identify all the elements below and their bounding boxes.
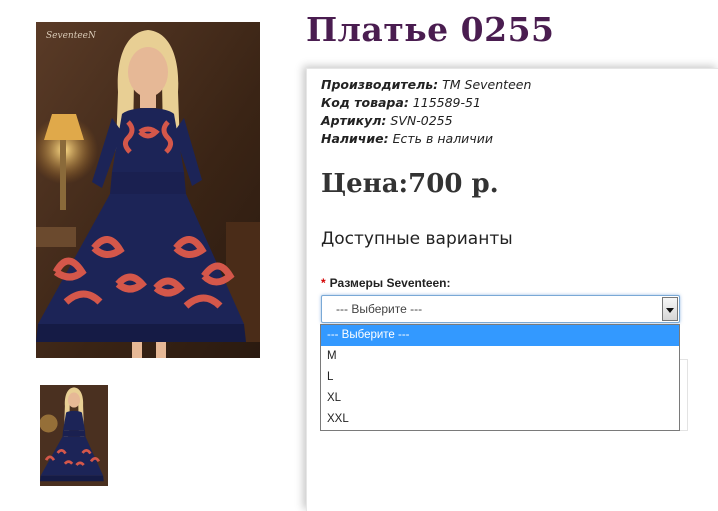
article-value: SVN-0255 <box>390 113 453 128</box>
product-code-value: 115589-51 <box>412 95 481 110</box>
product-code-label: Код товара: <box>321 95 409 110</box>
size-option-xl[interactable]: XL <box>321 388 679 409</box>
size-option-m[interactable]: M <box>321 346 679 367</box>
product-title: Платье 0255 <box>306 10 555 49</box>
size-select-value: --- Выберите --- <box>336 302 423 316</box>
required-mark: * <box>321 276 326 290</box>
availability-row: Наличие: Есть в наличии <box>321 130 531 148</box>
size-dropdown-list: --- Выберите --- M L XL XXL <box>320 324 680 431</box>
availability-label: Наличие: <box>321 131 389 146</box>
watermark-text: SeventeeN <box>46 31 97 41</box>
product-info-panel: Производитель: ТМ Seventeen Код товара: … <box>306 68 718 511</box>
product-main-image[interactable]: SeventeeN <box>36 22 260 358</box>
availability-value: Есть в наличии <box>392 131 493 146</box>
article-label: Артикул: <box>321 113 387 128</box>
price: Цена:700 р. <box>321 169 499 199</box>
manufacturer-value: ТМ Seventeen <box>442 77 532 92</box>
product-meta: Производитель: ТМ Seventeen Код товара: … <box>321 76 531 148</box>
size-option-placeholder[interactable]: --- Выберите --- <box>321 325 679 346</box>
size-label-text: Размеры Seventeen: <box>329 276 451 290</box>
chevron-down-icon[interactable] <box>662 297 678 321</box>
size-label: * Размеры Seventeen: <box>321 276 451 290</box>
manufacturer-label: Производитель: <box>321 77 439 92</box>
manufacturer-row: Производитель: ТМ Seventeen <box>321 76 531 94</box>
size-option-xxl[interactable]: XXL <box>321 409 679 430</box>
size-select[interactable]: --- Выберите --- <box>321 295 680 323</box>
product-code-row: Код товара: 115589-51 <box>321 94 531 112</box>
product-thumbnail[interactable] <box>40 385 108 486</box>
article-row: Артикул: SVN-0255 <box>321 112 531 130</box>
size-option-l[interactable]: L <box>321 367 679 388</box>
options-heading: Доступные варианты <box>321 229 513 249</box>
